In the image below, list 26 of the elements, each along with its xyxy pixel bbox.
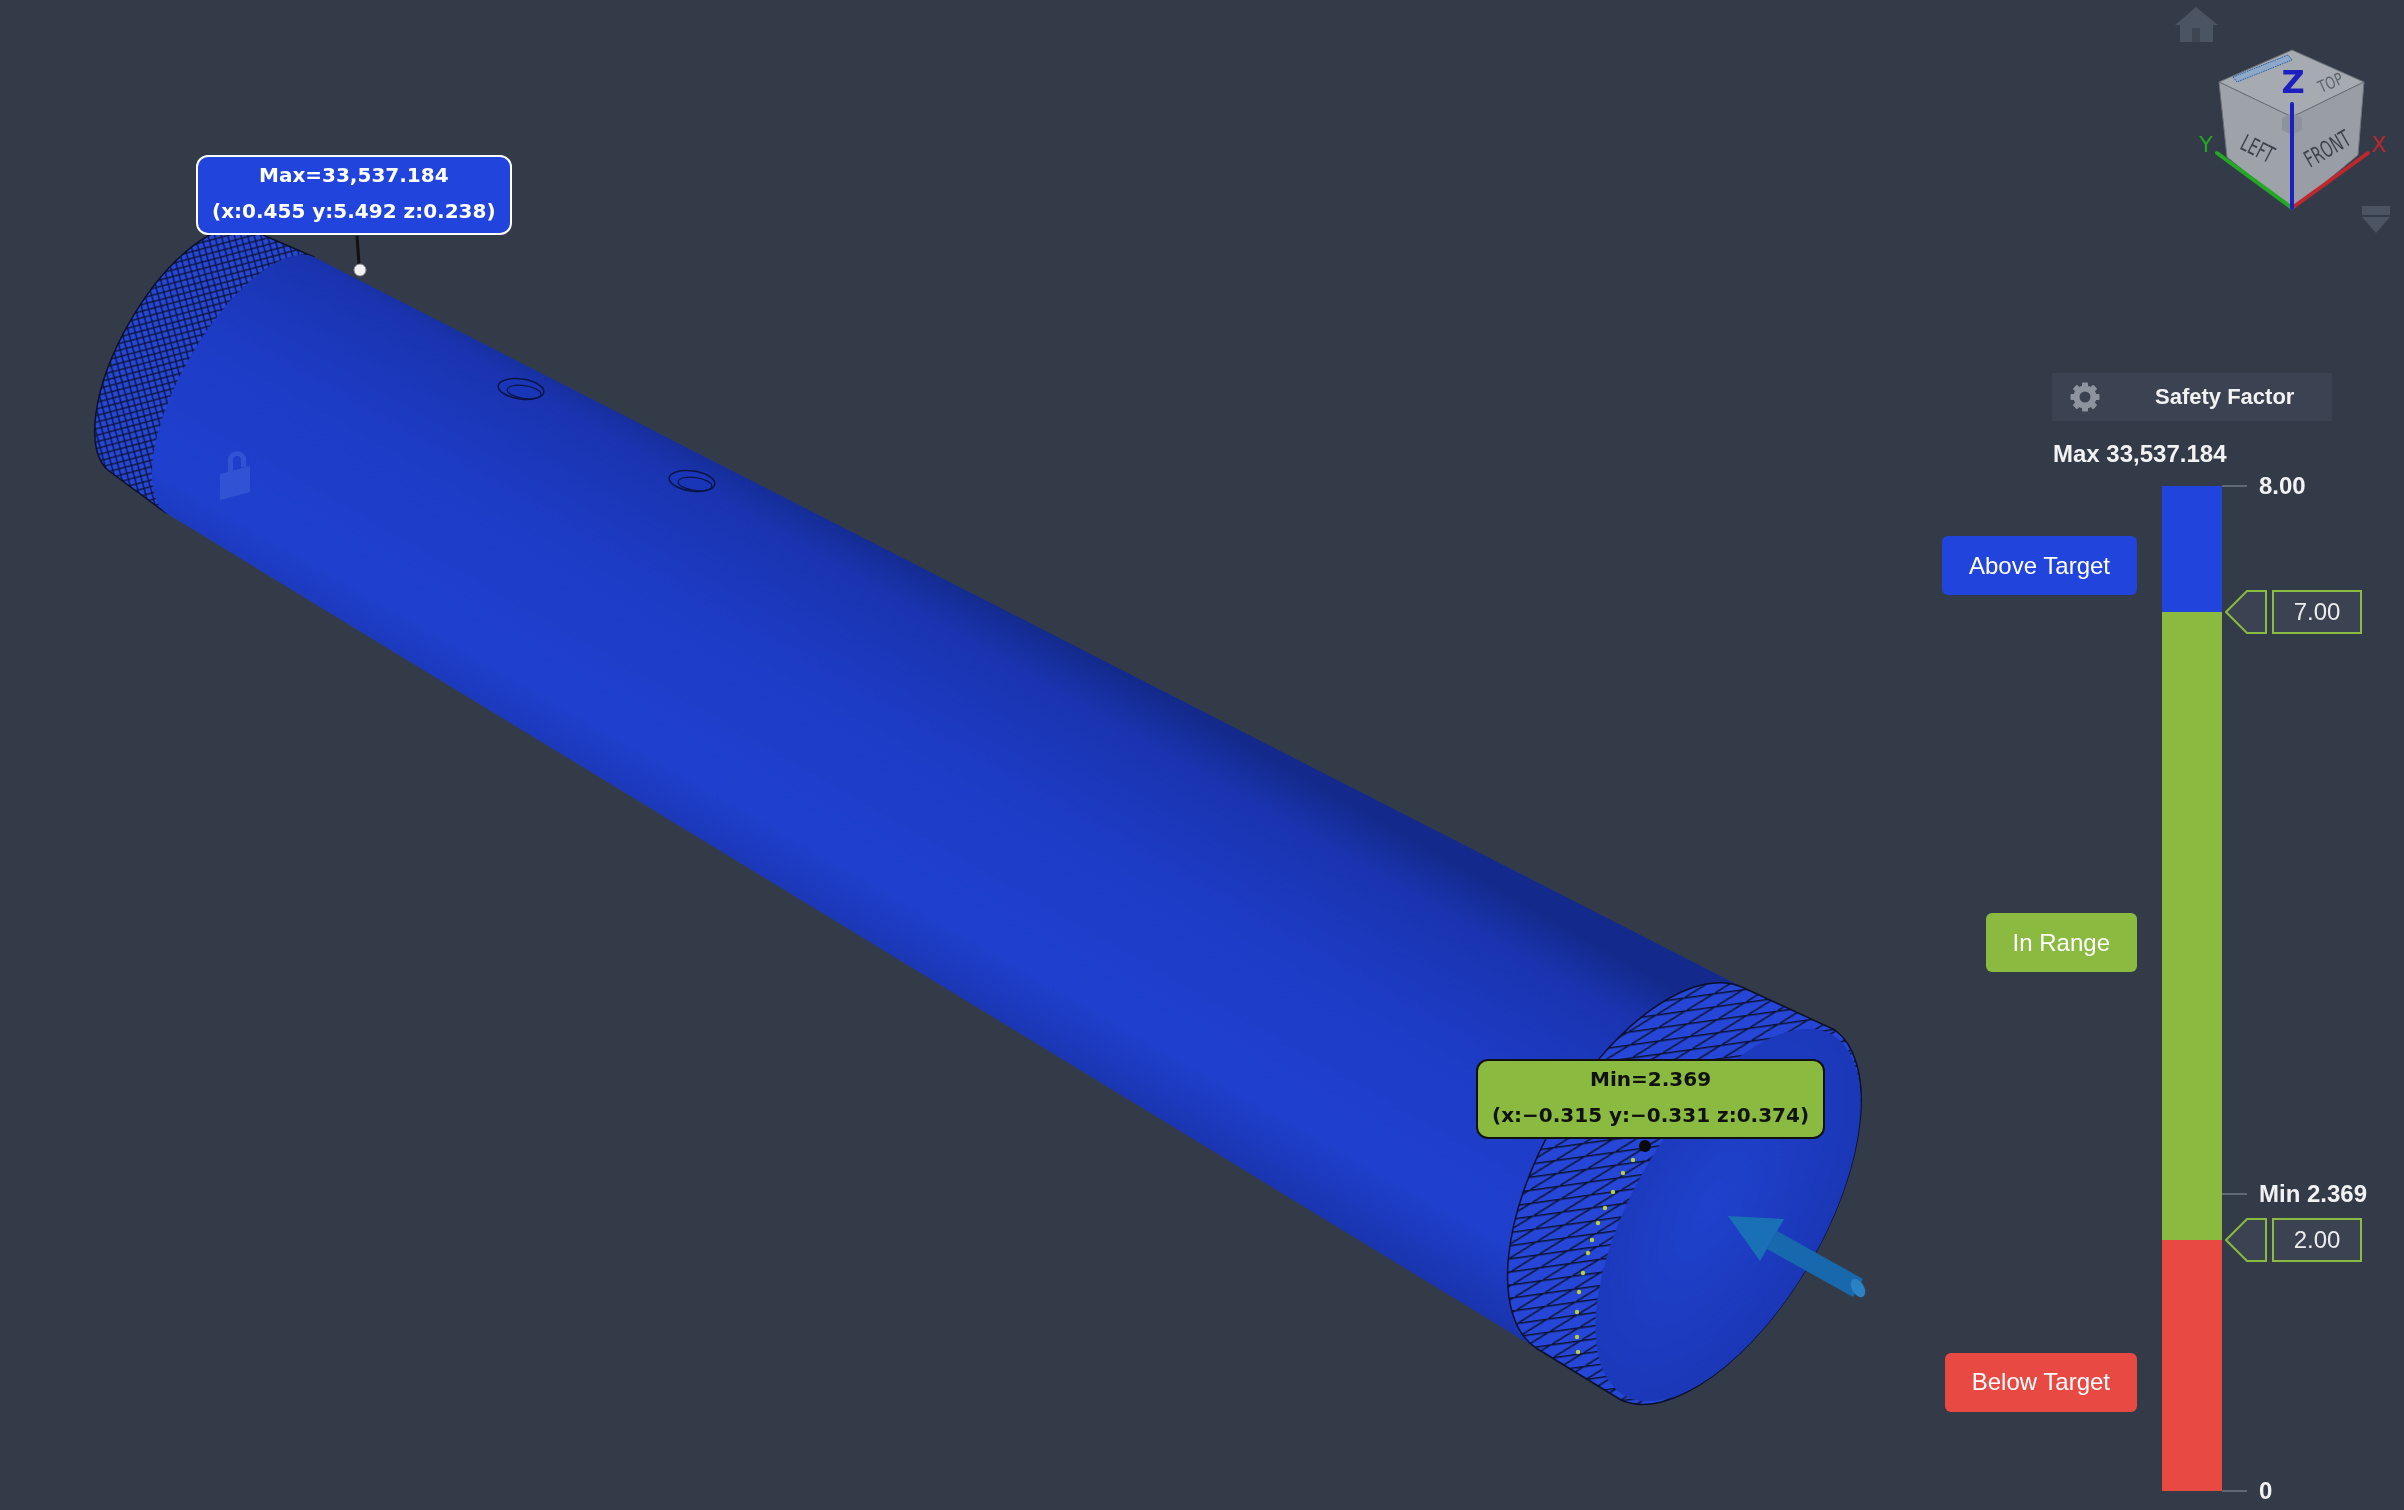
range-tag: Below Target [1944, 1352, 2137, 1412]
range-tag: In Range [1985, 913, 2137, 973]
arrow-icon [1728, 1216, 1866, 1298]
threshold-field[interactable]: 2.00 [2272, 1217, 2362, 1262]
scale-tick-label: Min 2.369 [2259, 1179, 2368, 1208]
scale-tick-label: 8.00 [2259, 472, 2306, 500]
probe-value: Max=33,537.184 [259, 162, 449, 189]
probe-value: Min=2.369 [1590, 1066, 1712, 1093]
cube-face-label: FRONT [2299, 124, 2356, 174]
cube-face-label: LEFT [2236, 128, 2279, 169]
scale-tick-label: 0 [2259, 1477, 2273, 1505]
threshold-field[interactable]: 7.00 [2272, 589, 2362, 634]
settings-icon[interactable] [2070, 382, 2100, 412]
threshold-handle[interactable] [2225, 1217, 2267, 1262]
range-tag: Above Target [1942, 536, 2137, 596]
axis-label: Y [2199, 132, 2213, 157]
legend-header[interactable]: Safety Factor [2052, 373, 2332, 421]
probe-dot-icon [353, 263, 367, 277]
axis-label: Z [2281, 63, 2305, 101]
cube-face-label: TOP [2314, 68, 2346, 97]
leader-line [355, 235, 361, 265]
legend-title: Safety Factor [2155, 384, 2295, 410]
threshold-handle[interactable] [2225, 589, 2267, 634]
max-label: Max 33,537.184 [2053, 440, 2227, 468]
probe-coordinates: (x:0.455 y:5.492 z:0.238) [212, 198, 496, 225]
probe-coordinates: (x:−0.315 y:−0.331 z:0.374) [1492, 1102, 1810, 1129]
